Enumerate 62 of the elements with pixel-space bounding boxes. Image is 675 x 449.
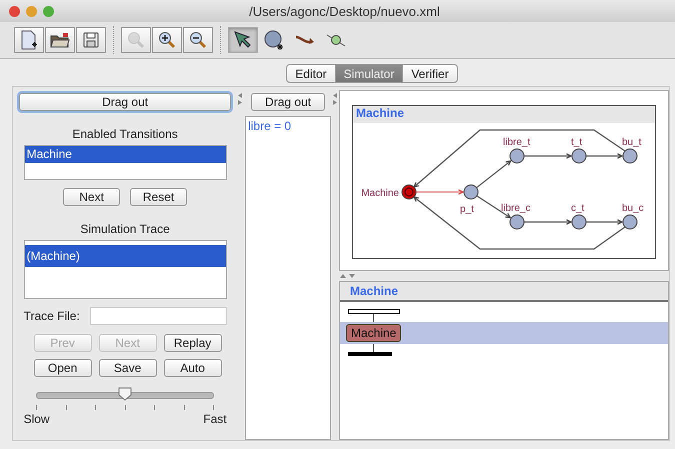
save-icon	[83, 32, 99, 48]
action-button[interactable]: Replay	[164, 334, 222, 352]
section-title: Simulation Trace	[80, 222, 170, 236]
field-label: Trace File:	[24, 309, 80, 323]
window-title: /Users/agonc/Desktop/nuevo.xml	[248, 4, 441, 18]
drag-out-button[interactable]: Drag out	[251, 93, 326, 111]
action-button[interactable]: Auto	[164, 359, 222, 377]
tick-mark	[95, 405, 96, 410]
automaton-title: Machine	[356, 106, 404, 120]
zoom-out-button[interactable]	[183, 27, 213, 53]
node-label: libre_t	[503, 137, 530, 148]
tab[interactable]: Editor	[286, 64, 336, 83]
trace-view-title: Machine	[350, 284, 398, 298]
collapse-arrows-icon	[236, 92, 243, 106]
zoom-out-icon	[189, 31, 207, 49]
tick-mark	[124, 405, 126, 410]
state-box: Machine	[346, 324, 402, 342]
folder-button[interactable]	[45, 27, 75, 53]
tick-mark	[154, 405, 156, 410]
action-button[interactable]: Open	[34, 359, 92, 377]
new-file-button[interactable]	[14, 27, 44, 53]
split-arrows-icon	[339, 273, 357, 279]
circle-icon	[264, 30, 284, 50]
pointer-button[interactable]	[228, 27, 258, 53]
new-file-icon	[20, 30, 38, 50]
save-button[interactable]	[76, 27, 106, 53]
action-button[interactable]: Save	[98, 359, 157, 377]
node-label: p_t	[460, 204, 474, 215]
list-item[interactable]: (Machine)	[24, 245, 226, 267]
tick-mark	[213, 405, 214, 410]
magnifier-icon	[127, 31, 145, 49]
instance-end	[348, 352, 392, 356]
section-title: Enabled Transitions	[72, 127, 178, 141]
dot-line-icon	[326, 33, 346, 47]
collapse-arrows-icon	[332, 92, 338, 106]
slider-max-label: Fast	[203, 412, 227, 426]
variable-value: libre = 0	[248, 119, 292, 133]
trace-file-field[interactable]	[90, 307, 227, 325]
action-button[interactable]: Reset	[130, 188, 188, 206]
instance-head	[348, 309, 400, 314]
node-label: c_t	[571, 203, 584, 214]
tick-mark	[184, 405, 185, 410]
zoom-in-button[interactable]	[152, 27, 182, 53]
action-button[interactable]: Next	[63, 188, 120, 206]
node-label: t_t	[571, 137, 582, 148]
folder-icon	[50, 32, 70, 48]
node-label: bu_c	[622, 203, 644, 214]
list-item[interactable]: Machine	[24, 146, 226, 163]
node-label: libre_c	[501, 203, 530, 214]
node-label: Machine	[361, 188, 399, 199]
slider-min-label: Slow	[24, 412, 50, 426]
close-icon[interactable]	[9, 6, 20, 16]
trace-row[interactable]: Machine	[340, 322, 668, 344]
node-label: bu_t	[622, 137, 642, 148]
tick-mark	[36, 405, 38, 410]
tab[interactable]: Verifier	[402, 64, 458, 83]
tick-mark	[66, 405, 67, 410]
drag-out-button[interactable]: Drag out	[19, 93, 232, 111]
slider-thumb[interactable]	[118, 387, 132, 401]
zoom-in-icon	[158, 31, 176, 49]
pointer-icon	[233, 30, 253, 50]
arrow-icon	[295, 34, 315, 46]
